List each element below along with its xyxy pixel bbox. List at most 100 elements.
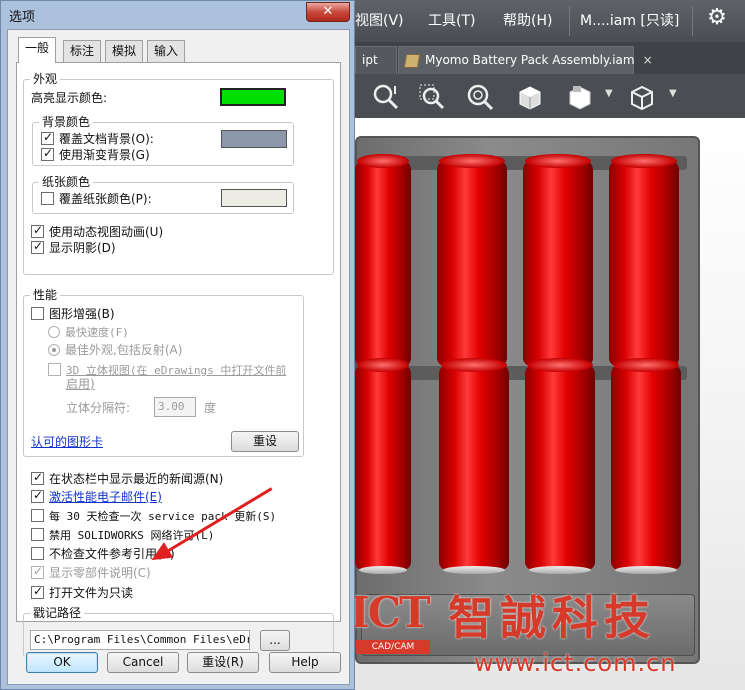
open-read-only-checkbox[interactable]: 打开文件为只读 — [31, 583, 134, 601]
menu-separator — [569, 6, 570, 36]
checkbox-label: 使用动态视图动画(U) — [49, 225, 164, 239]
battery-cell — [355, 154, 411, 370]
section-view-icon[interactable] — [627, 82, 657, 112]
tab-general[interactable]: 一般 — [18, 37, 57, 63]
window-title: M....iam [只读] — [580, 13, 680, 29]
battery-cell — [355, 358, 411, 574]
close-icon[interactable]: × — [643, 53, 653, 67]
checkbox[interactable] — [48, 363, 61, 376]
group-label: 背景颜色 — [39, 114, 94, 130]
group-label: 性能 — [30, 287, 61, 303]
view-orientation-icon[interactable] — [515, 82, 545, 112]
highlight-color-label: 高亮显示颜色: — [31, 91, 108, 105]
checkbox-label: 打开文件为只读 — [49, 586, 134, 600]
view-toolbar: ▼ ▼ — [355, 74, 745, 118]
checkbox-label: 覆盖纸张颜色(P): — [59, 192, 152, 206]
override-paper-checkbox[interactable]: 覆盖纸张颜色(P): — [41, 191, 152, 207]
dynamic-animation-checkbox[interactable]: 使用动态视图动画(U) — [31, 222, 164, 240]
checkbox-label: 在状态栏中显示最近的新闻源(N) — [49, 472, 224, 486]
checkbox[interactable] — [31, 528, 44, 541]
disable-network-license-checkbox[interactable]: 禁用 SOLIDWORKS 网络许可(L) — [31, 527, 214, 544]
zoom-in-out-icon[interactable] — [465, 82, 495, 112]
tab-markup[interactable]: 标注 — [63, 40, 102, 62]
doc-tab-part[interactable]: ipt — [355, 46, 397, 74]
watermark-url: www.ict.com.cn — [474, 649, 677, 677]
show-component-desc-checkbox[interactable]: 显示零部件说明(C) — [31, 563, 151, 581]
graphics-enhance-checkbox[interactable]: 图形增强(B) — [31, 306, 115, 322]
zoom-area-icon[interactable] — [417, 82, 447, 112]
document-tab-bar: ipt Myomo Battery Pack Assembly.iam × — [355, 42, 745, 74]
checkbox[interactable] — [31, 583, 44, 599]
options-dialog: 选项 ✕ 一般 标注 模拟 输入 外观 高亮显示颜色: 背景颜色 覆盖文档背景(… — [0, 0, 355, 690]
checkbox-label: 显示阴影(D) — [49, 241, 116, 255]
show-news-checkbox[interactable]: 在状态栏中显示最近的新闻源(N) — [31, 469, 224, 487]
checkbox-label: 显示零部件说明(C) — [49, 566, 151, 580]
reset-performance-button[interactable]: 重设 — [231, 431, 299, 452]
radio-label: 最快速度(F) — [65, 326, 129, 339]
ok-button[interactable]: OK — [26, 652, 98, 673]
radio-button[interactable] — [48, 344, 60, 356]
tab-simulation[interactable]: 模拟 — [105, 40, 144, 62]
paper-color-group: 纸张颜色 覆盖纸张颜色(P): — [32, 174, 294, 214]
chevron-down-icon[interactable]: ▼ — [605, 88, 613, 99]
fastest-radio[interactable]: 最快速度(F) — [48, 324, 129, 341]
cancel-button[interactable]: Cancel — [107, 652, 179, 673]
dialog-title: 选项 — [9, 10, 36, 25]
service-pack-checkbox[interactable]: 每 30 天检查一次 service pack 更新(S) — [31, 508, 276, 525]
zoom-to-fit-icon[interactable] — [371, 82, 401, 112]
background-color-group: 背景颜色 覆盖文档背景(O): 使用渐变背景(G) — [32, 114, 294, 166]
checkbox[interactable] — [31, 563, 44, 579]
checkbox[interactable] — [31, 487, 44, 503]
tab-import[interactable]: 输入 — [147, 40, 186, 62]
stereo-separation-label: 立体分隔符: — [66, 401, 131, 415]
override-doc-bg-checkbox[interactable]: 覆盖文档背景(O): — [41, 129, 154, 147]
highlight-color-swatch[interactable] — [220, 88, 286, 106]
menu-help[interactable]: 帮助(H) — [503, 0, 552, 42]
help-button[interactable]: Help — [269, 652, 341, 673]
checkbox[interactable] — [31, 509, 44, 522]
battery-cell — [611, 358, 681, 574]
checkbox-label[interactable]: 激活性能电子邮件(E) — [49, 490, 162, 504]
close-button[interactable]: ✕ — [306, 2, 350, 22]
override-bg-color-swatch[interactable] — [221, 130, 287, 148]
battery-cell — [523, 154, 593, 370]
radio-button[interactable] — [48, 326, 60, 338]
watermark-logo-sub: CAD/CAM — [356, 640, 430, 654]
dialog-body: 一般 标注 模拟 输入 外观 高亮显示颜色: 背景颜色 覆盖文档背景(O): 使… — [7, 29, 350, 685]
stereo-separation-input[interactable]: 3.00 — [154, 397, 196, 417]
display-style-icon[interactable] — [565, 82, 595, 112]
gear-icon[interactable]: ⚙ — [703, 4, 731, 32]
performance-email-checkbox[interactable]: 激活性能电子邮件(E) — [31, 487, 162, 505]
assembly-file-icon — [403, 53, 421, 68]
menu-view[interactable]: 视图(V) — [355, 0, 404, 42]
checkbox[interactable] — [31, 307, 44, 320]
performance-group: 性能 图形增强(B) 最快速度(F) 最佳外观,包括反射(A) 3D 立体视图(… — [23, 287, 304, 457]
certified-cards-link[interactable]: 认可的图形卡 — [31, 434, 103, 450]
stamp-path-input[interactable]: C:\Program Files\Common Files\eDrawi — [30, 630, 250, 650]
browse-button[interactable]: ... — [260, 630, 290, 651]
checkbox-label: 图形增强(B) — [49, 307, 115, 321]
paper-color-swatch[interactable] — [221, 189, 287, 207]
checkbox[interactable] — [41, 129, 54, 145]
group-label: 外观 — [30, 71, 61, 87]
reset-button[interactable]: 重设(R) — [187, 652, 259, 673]
chevron-down-icon[interactable]: ▼ — [669, 88, 677, 99]
gradient-bg-checkbox[interactable]: 使用渐变背景(G) — [41, 145, 150, 163]
doc-tab-label: Myomo Battery Pack Assembly.iam — [425, 53, 635, 67]
general-tab-panel: 外观 高亮显示颜色: 背景颜色 覆盖文档背景(O): 使用渐变背景(G) 纸张颜… — [16, 62, 341, 657]
appearance-group: 外观 高亮显示颜色: 背景颜色 覆盖文档背景(O): 使用渐变背景(G) 纸张颜… — [23, 71, 334, 275]
checkbox[interactable] — [31, 469, 44, 485]
checkbox[interactable] — [31, 238, 44, 254]
checkbox[interactable] — [31, 547, 44, 560]
radio-label: 最佳外观,包括反射(A) — [65, 343, 183, 357]
checkbox[interactable] — [41, 145, 54, 161]
doc-tab-assembly[interactable]: Myomo Battery Pack Assembly.iam × — [398, 46, 653, 74]
watermark-company: 智誠科技 — [448, 591, 656, 645]
best-look-radio[interactable]: 最佳外观,包括反射(A) — [48, 342, 182, 358]
checkbox[interactable] — [41, 192, 54, 205]
menu-tools[interactable]: 工具(T) — [428, 0, 475, 42]
show-shadows-checkbox[interactable]: 显示阴影(D) — [31, 238, 116, 256]
checkbox[interactable] — [31, 222, 44, 238]
stereo-unit-label: 度 — [204, 401, 217, 415]
battery-cell — [525, 358, 595, 574]
